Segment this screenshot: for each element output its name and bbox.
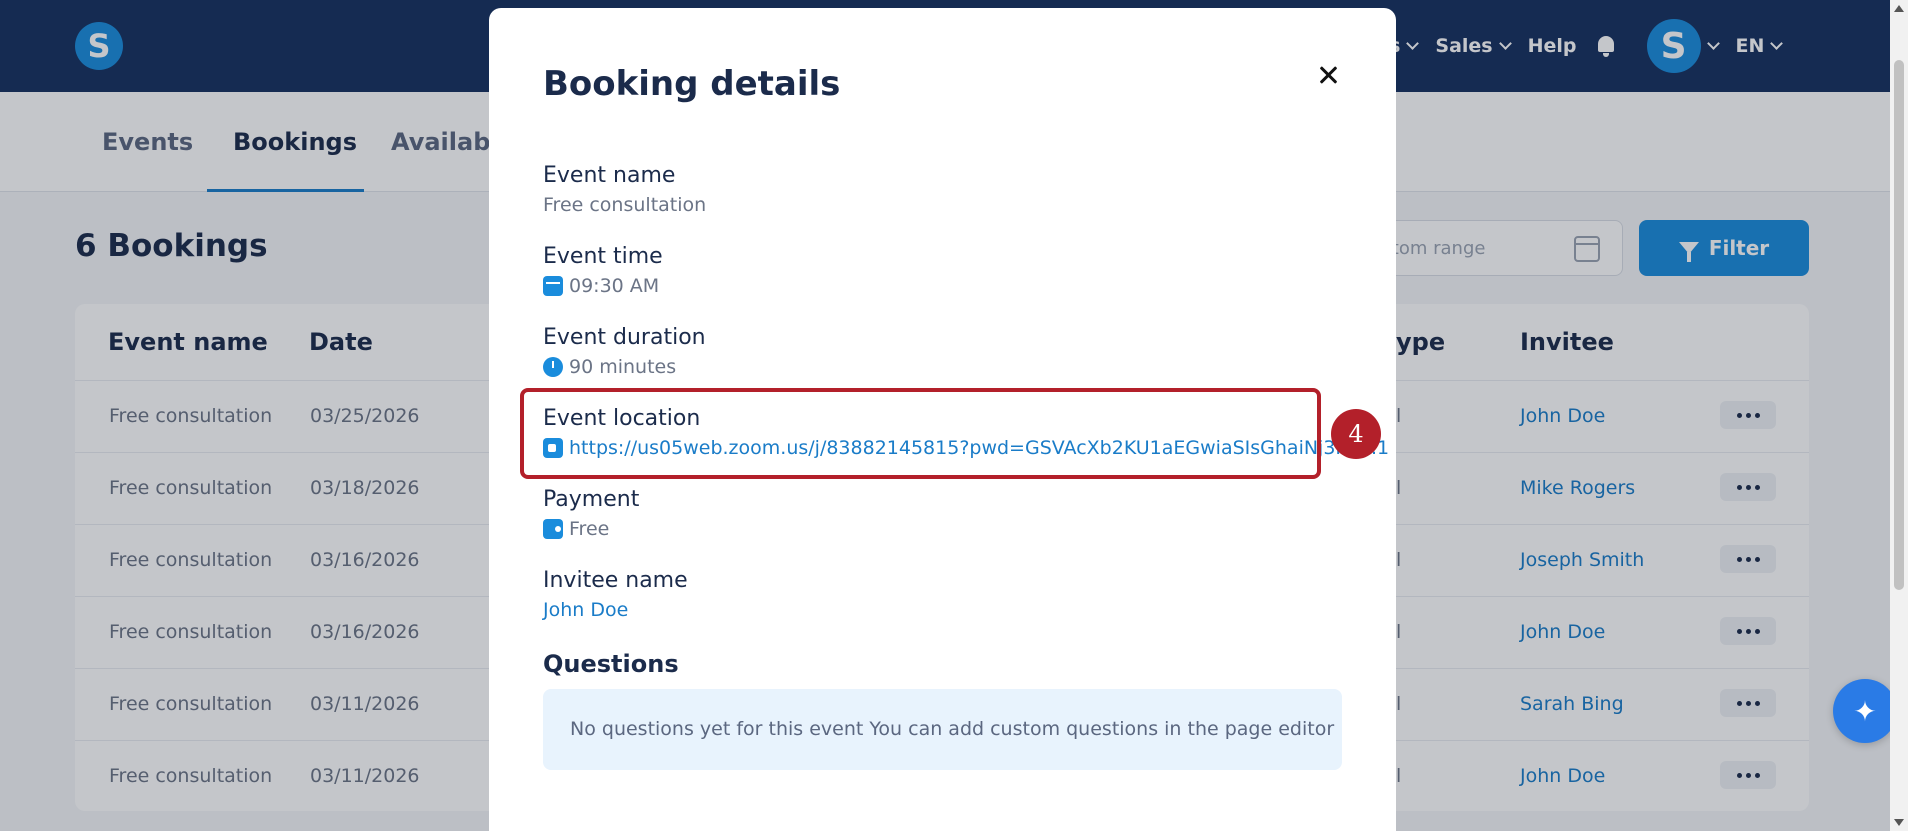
close-icon[interactable] bbox=[1317, 64, 1339, 86]
calendar-icon bbox=[543, 276, 563, 296]
field-event-time: Event time 09:30 AM bbox=[543, 244, 663, 297]
field-value: John Doe bbox=[543, 599, 688, 621]
page-scrollbar[interactable] bbox=[1890, 0, 1908, 831]
ai-assistant-button[interactable]: ✦ bbox=[1833, 679, 1897, 743]
event-name-value: Free consultation bbox=[543, 194, 707, 216]
invitee-name-link[interactable]: John Doe bbox=[543, 599, 628, 621]
clock-icon bbox=[543, 357, 563, 377]
field-invitee-name: Invitee name John Doe bbox=[543, 568, 688, 621]
step-number-badge: 4 bbox=[1331, 409, 1381, 459]
event-duration-value: 90 minutes bbox=[569, 356, 677, 378]
payment-value: Free bbox=[569, 518, 610, 540]
questions-empty-state: No questions yet for this event You can … bbox=[543, 689, 1342, 770]
field-event-duration: Event duration 90 minutes bbox=[543, 325, 706, 378]
step-highlight-box bbox=[520, 388, 1321, 479]
scroll-down-arrow-icon[interactable] bbox=[1894, 819, 1904, 826]
questions-heading: Questions bbox=[543, 650, 679, 678]
questions-empty-text: No questions yet for this event You can … bbox=[570, 718, 1335, 740]
modal-title: Booking details bbox=[543, 64, 841, 104]
scroll-up-arrow-icon[interactable] bbox=[1894, 5, 1904, 12]
wallet-icon bbox=[543, 519, 563, 539]
field-label: Payment bbox=[543, 487, 640, 512]
event-time-value: 09:30 AM bbox=[569, 275, 660, 297]
field-label: Event name bbox=[543, 163, 676, 188]
field-event-name: Event name Free consultation bbox=[543, 163, 706, 216]
scroll-thumb[interactable] bbox=[1894, 60, 1904, 590]
field-payment: Payment Free bbox=[543, 487, 639, 540]
field-label: Event time bbox=[543, 244, 663, 269]
sparkle-icon: ✦ bbox=[1853, 694, 1877, 728]
field-value: 09:30 AM bbox=[543, 275, 663, 297]
field-label: Invitee name bbox=[543, 568, 688, 593]
field-value: Free consultation bbox=[543, 194, 706, 216]
field-value: Free bbox=[543, 518, 639, 540]
field-label: Event duration bbox=[543, 325, 706, 350]
field-value: 90 minutes bbox=[543, 356, 706, 378]
